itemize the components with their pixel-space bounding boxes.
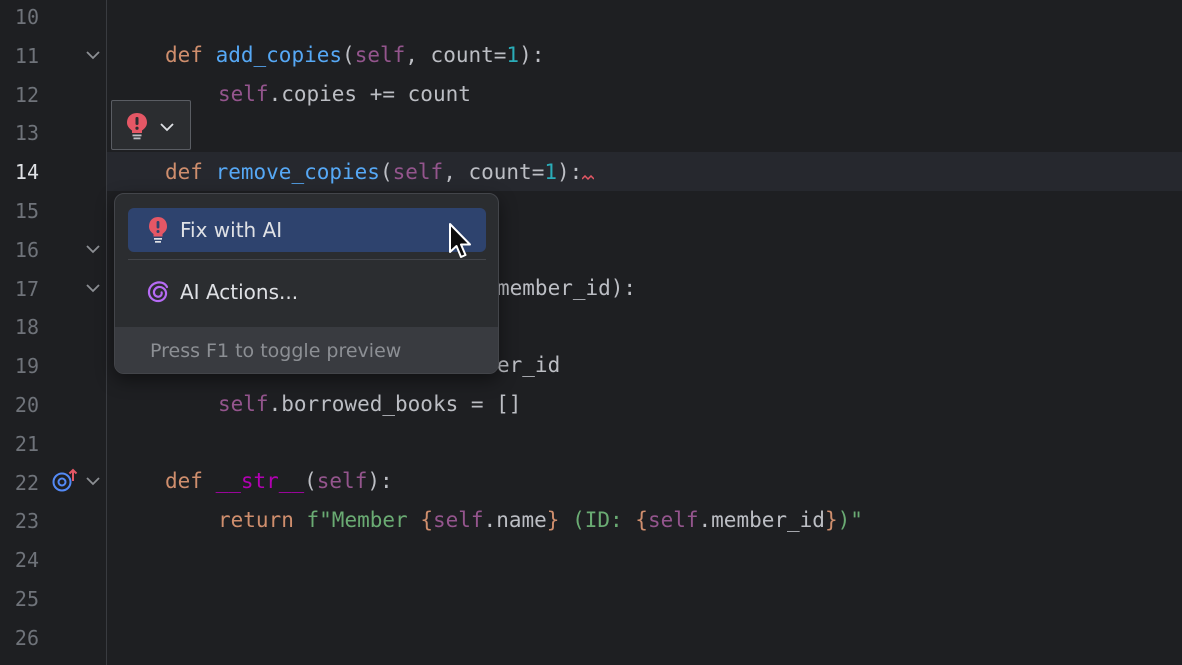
fold-chevron-icon[interactable] (84, 279, 102, 297)
line-number: 10 (14, 5, 39, 29)
line-number: 21 (14, 431, 39, 456)
line-number: 16 (14, 237, 39, 262)
mouse-pointer-icon (449, 223, 471, 258)
error-squiggle (582, 175, 595, 181)
menu-item-fix-with-ai[interactable]: Fix with AI (128, 208, 486, 252)
line-number: 24 (14, 548, 39, 573)
code-line-22: def __str__(self): (165, 469, 393, 493)
code-editor[interactable]: 10 11 12 13 14 15 16 17 18 19 20 21 22 2… (0, 0, 1182, 665)
code-line-14: def remove_copies(self, count=1): (165, 153, 595, 192)
line-number: 13 (14, 121, 39, 146)
code-line-17-partial: member_id): (497, 276, 637, 300)
menu-item-label: AI Actions... (180, 280, 299, 304)
fold-chevron-icon[interactable] (84, 472, 102, 490)
menu-separator (128, 259, 486, 260)
popup-footer: Press F1 to toggle preview (115, 327, 498, 373)
code-line-23: return f"Member {self.name} (ID: {self.m… (218, 508, 863, 532)
line-number: 12 (14, 82, 39, 107)
menu-item-ai-actions[interactable]: AI Actions... (128, 270, 486, 314)
code-line-20: self.borrowed_books = [] (218, 392, 522, 416)
red-bulb-icon (127, 113, 147, 140)
red-bulb-icon (149, 217, 167, 243)
gutter: 10 11 12 13 14 15 16 17 18 19 20 21 22 2… (0, 0, 107, 665)
fold-chevron-icon[interactable] (84, 46, 102, 64)
chevron-down-icon (160, 123, 174, 132)
menu-item-label: Fix with AI (180, 218, 283, 242)
code-line-19-partial: er_id (497, 353, 561, 377)
code-line-11: def add_copies(self, count=1): (165, 43, 545, 67)
override-target-icon[interactable] (51, 467, 79, 495)
line-number: 20 (14, 393, 39, 417)
fold-chevron-icon[interactable] (84, 240, 102, 258)
line-number: 22 (14, 470, 39, 495)
line-number: 11 (14, 43, 39, 68)
line-number-current: 14 (14, 160, 39, 185)
line-number: 17 (14, 276, 39, 301)
line-number: 18 (14, 315, 39, 340)
ai-spiral-icon (147, 281, 169, 303)
code-line-12: self.copies += count (218, 82, 471, 106)
line-number: 23 (14, 509, 39, 534)
intention-actions-popup: Fix with AI AI Actions... Press F1 to to… (114, 193, 499, 374)
toggle-preview-hint: Press F1 to toggle preview (150, 340, 402, 362)
line-number: 25 (14, 587, 39, 611)
line-number: 26 (14, 625, 39, 650)
line-number: 19 (14, 354, 39, 379)
line-number: 15 (14, 199, 39, 223)
intention-actions-button[interactable] (111, 100, 191, 150)
